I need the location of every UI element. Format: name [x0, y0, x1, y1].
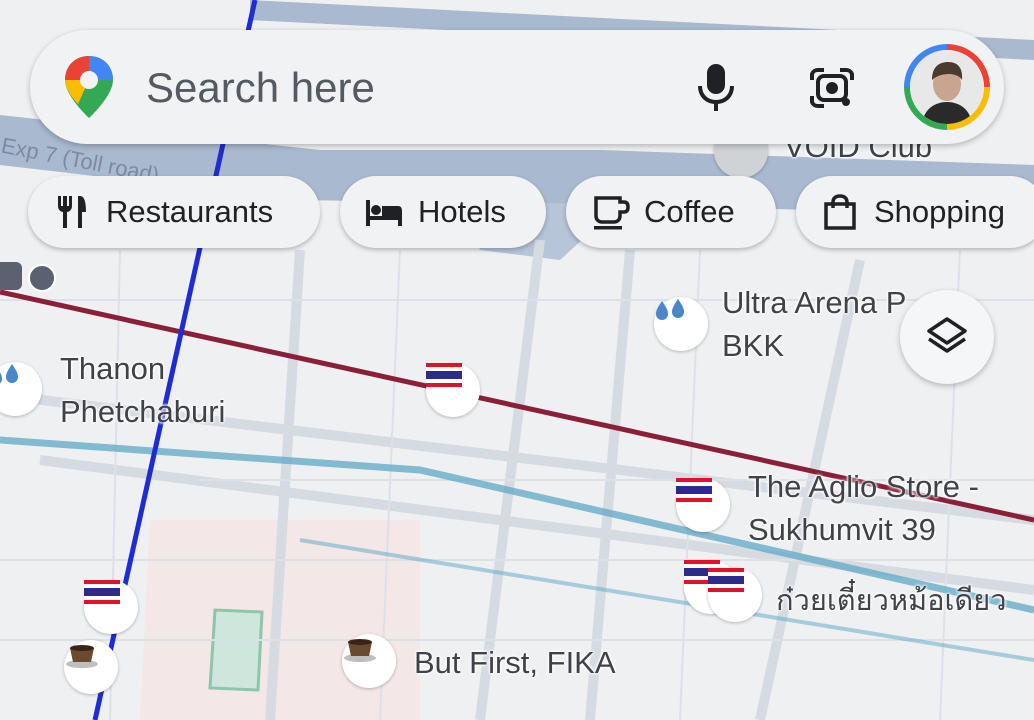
- thailand-flag-icon: [84, 580, 120, 604]
- thailand-flag-icon: [708, 568, 744, 592]
- chip-coffee[interactable]: Coffee: [566, 176, 776, 248]
- google-lens-icon[interactable]: [808, 66, 856, 110]
- ultra-arena-line2: BKK: [722, 327, 785, 363]
- search-bar[interactable]: Search here: [30, 30, 1004, 144]
- water-drops-icon: [0, 364, 18, 384]
- chip-restaurants[interactable]: Restaurants: [28, 176, 320, 248]
- poi-flag-left[interactable]: [84, 580, 138, 634]
- microphone-icon[interactable]: [694, 60, 738, 114]
- coffee-cup-icon: [594, 196, 630, 230]
- thailand-flag-icon: [426, 363, 462, 387]
- place-label-thanon-phetchaburi[interactable]: Thanon Phetchaburi: [60, 348, 225, 434]
- aglio-line1: The Aglio Store -: [748, 469, 979, 504]
- layers-icon: [927, 317, 967, 353]
- water-drops-icon: [656, 299, 684, 320]
- bed-icon: [366, 200, 402, 226]
- coffee-cup-icon: [66, 645, 98, 668]
- place-label-ultra-arena[interactable]: Ultra Arena P BKK: [722, 282, 906, 368]
- user-photo-icon: [910, 50, 984, 124]
- poi-but-first-fika[interactable]: [342, 634, 396, 688]
- fork-knife-icon: [58, 196, 86, 228]
- search-input[interactable]: Search here: [146, 64, 375, 112]
- place-label-but-first-fika[interactable]: But First, FIKA: [414, 642, 616, 685]
- thanon-line2: Phetchaburi: [60, 393, 226, 429]
- account-avatar[interactable]: [904, 44, 990, 130]
- shopping-bag-icon: [824, 194, 856, 230]
- transit-station-icon[interactable]: [28, 264, 56, 292]
- poi-aglio-store[interactable]: [676, 478, 730, 532]
- poi-ultra-arena[interactable]: [654, 297, 708, 351]
- avatar-photo: [910, 50, 984, 124]
- chip-hotels[interactable]: Hotels: [340, 176, 546, 248]
- poi-coffee-left[interactable]: [64, 640, 118, 694]
- chip-label-shopping: Shopping: [874, 194, 1006, 229]
- ultra-arena-line1: Ultra Arena P: [722, 285, 907, 320]
- place-label-aglio-store[interactable]: The Aglio Store - Sukhumvit 39: [748, 466, 979, 552]
- chip-label-restaurants: Restaurants: [106, 194, 274, 229]
- coffee-cup-icon: [344, 639, 376, 662]
- aglio-line2: Sukhumvit 39: [748, 511, 936, 547]
- chip-shopping[interactable]: Shopping: [796, 176, 1034, 248]
- chip-label-hotels: Hotels: [418, 194, 506, 229]
- chip-label-coffee: Coffee: [644, 194, 735, 229]
- place-label-thai-noodle[interactable]: ก๋วยเตี๋ยวหม้อเดียว: [776, 580, 1007, 620]
- poi-flag-center[interactable]: [426, 363, 480, 417]
- thanon-line1: Thanon: [60, 351, 166, 386]
- google-maps-pin-icon: [65, 56, 113, 118]
- layers-button[interactable]: [900, 290, 994, 384]
- poi-thai-noodle[interactable]: [708, 568, 762, 622]
- thailand-flag-icon: [676, 478, 712, 502]
- train-station-icon[interactable]: [0, 262, 22, 290]
